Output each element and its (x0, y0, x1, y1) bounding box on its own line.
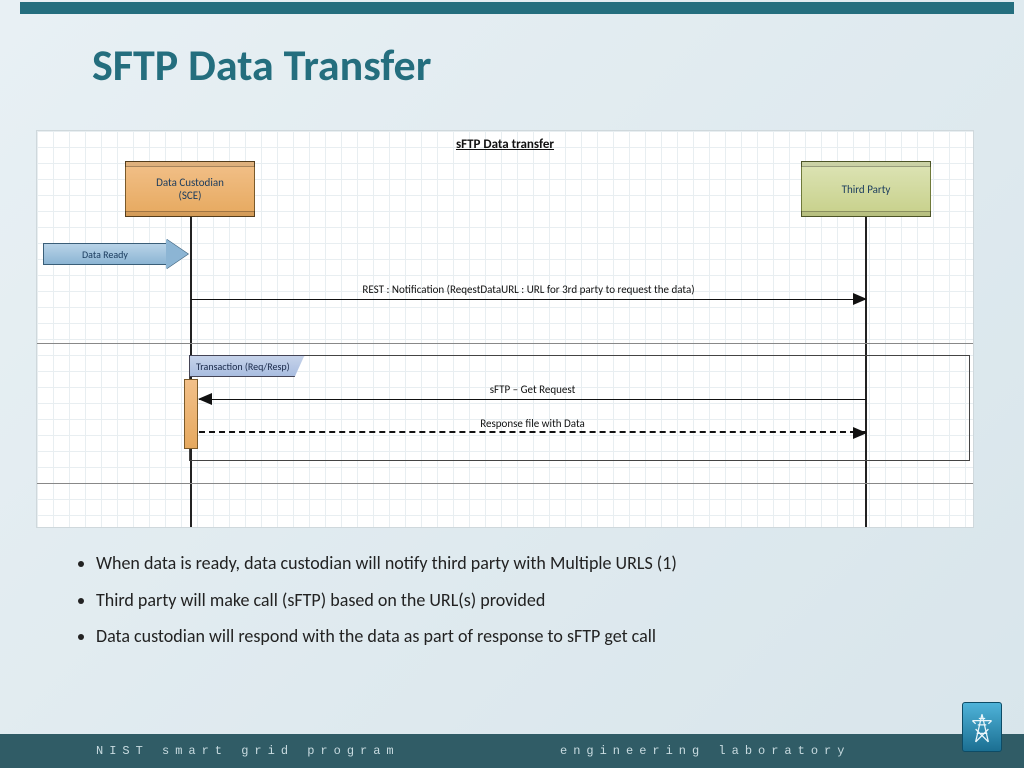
participant-data-custodian: Data Custodian (SCE) (125, 161, 255, 217)
footer-left: NIST smart grid program (96, 744, 400, 758)
separator-line (37, 483, 973, 484)
bullet-item: When data is ready, data custodian will … (96, 548, 974, 579)
sequence-diagram: sFTP Data transfer Data Custodian (SCE) … (36, 130, 974, 528)
grid-tower-icon (969, 710, 995, 744)
message-label: Response file with Data (199, 417, 866, 430)
activation-bar (184, 379, 198, 449)
message-response: Response file with Data (199, 431, 866, 433)
participant-label: Third Party (842, 183, 891, 196)
message-get-request: sFTP – Get Request (199, 399, 866, 400)
bullet-item: Third party will make call (sFTP) based … (96, 585, 974, 616)
interaction-frame: Transaction (Req/Resp) (189, 355, 970, 461)
frame-label: Transaction (Req/Resp) (189, 355, 305, 377)
diagram-title: sFTP Data transfer (37, 137, 973, 152)
bullet-list: When data is ready, data custodian will … (68, 548, 974, 658)
data-ready-signal: Data Ready (43, 239, 188, 269)
slide-footer: NIST smart grid program engineering labo… (0, 734, 1024, 768)
slide-title: SFTP Data Transfer (92, 38, 431, 92)
message-notify: REST : Notification (ReqestDataURL : URL… (191, 299, 866, 300)
logo-badge (962, 702, 1002, 752)
arrowhead-right-icon (853, 293, 867, 305)
arrowhead-right-icon (853, 427, 867, 439)
separator-line (37, 343, 973, 344)
bullet-item: Data custodian will respond with the dat… (96, 621, 974, 652)
footer-right: engineering laboratory (560, 744, 850, 758)
participant-label: Data Custodian (SCE) (156, 176, 224, 202)
slide-top-bar (20, 2, 1014, 14)
participant-third-party: Third Party (801, 161, 931, 217)
message-label: REST : Notification (ReqestDataURL : URL… (191, 283, 866, 296)
message-label: sFTP – Get Request (199, 383, 866, 396)
signal-label: Data Ready (82, 248, 128, 261)
arrow-right-icon (166, 239, 188, 269)
arrowhead-left-icon (198, 393, 212, 405)
